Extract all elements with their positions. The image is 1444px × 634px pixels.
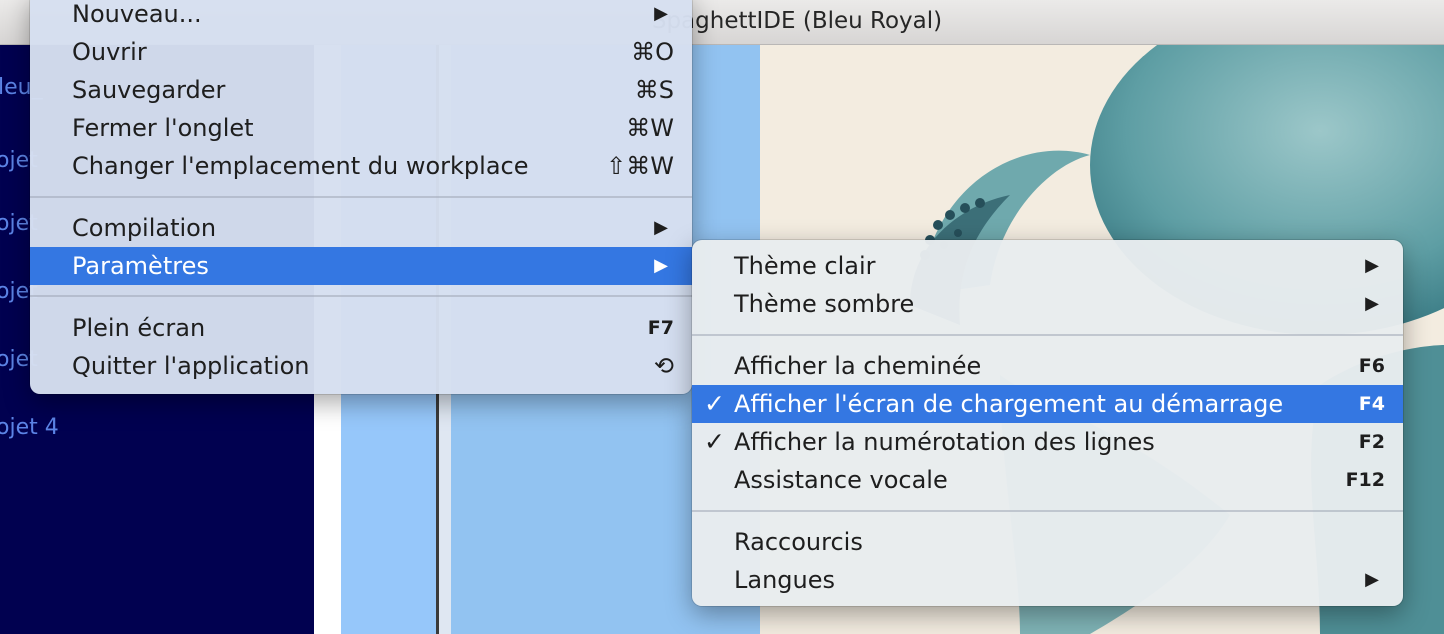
shortcut-label: F12 <box>1345 469 1385 491</box>
menu-item-save[interactable]: Sauvegarder ⌘S <box>30 71 692 109</box>
menu-item-show-splash[interactable]: ✓ Afficher l'écran de chargement au déma… <box>692 385 1403 423</box>
menu-item-label: Afficher la cheminée <box>734 352 982 380</box>
menu-item-label: Quitter l'application <box>72 352 310 380</box>
submenu-arrow-icon: ▶ <box>654 217 668 238</box>
menu-item-shortcuts[interactable]: Raccourcis <box>692 523 1403 561</box>
shortcut-label: ⌘S <box>634 76 674 104</box>
menu-item-fullscreen[interactable]: Plein écran F7 <box>30 309 692 347</box>
menu-item-settings[interactable]: Paramètres ▶ <box>30 247 692 285</box>
checkmark-icon: ✓ <box>704 427 725 456</box>
menu-item-change-workplace[interactable]: Changer l'emplacement du workplace ⇧⌘W <box>30 147 692 185</box>
menu-item-show-line-numbers[interactable]: ✓ Afficher la numérotation des lignes F2 <box>692 423 1403 461</box>
menu-item-label: Plein écran <box>72 314 206 342</box>
submenu-arrow-icon: ▶ <box>1365 293 1379 314</box>
menu-item-voice-assistance[interactable]: Assistance vocale F12 <box>692 461 1403 499</box>
quit-shortcut-icon: ⟲ <box>653 352 674 380</box>
menu-item-label: Nouveau... <box>72 0 202 28</box>
menu-item-show-chimney[interactable]: Afficher la cheminée F6 <box>692 347 1403 385</box>
shortcut-label: F7 <box>647 317 674 339</box>
shortcut-label: F4 <box>1358 393 1385 415</box>
menu-separator <box>692 510 1403 512</box>
menu-item-new[interactable]: Nouveau... ▶ <box>30 0 692 33</box>
shortcut-label: F2 <box>1358 431 1385 453</box>
menu-item-label: Raccourcis <box>734 528 863 556</box>
submenu-arrow-icon: ▶ <box>1365 255 1379 276</box>
submenu-arrow-icon: ▶ <box>654 3 668 24</box>
menu-item-label: Afficher la numérotation des lignes <box>734 428 1155 456</box>
menu-item-label: Thème sombre <box>734 290 915 318</box>
checkmark-icon: ✓ <box>704 389 725 418</box>
menu-item-label: Afficher l'écran de chargement au démarr… <box>734 390 1284 418</box>
shortcut-label: ⌘O <box>631 38 674 66</box>
menu-item-label: Changer l'emplacement du workplace <box>72 152 529 180</box>
menu-item-open[interactable]: Ouvrir ⌘O <box>30 33 692 71</box>
menu-item-light-theme[interactable]: Thème clair ▶ <box>692 247 1403 285</box>
submenu-arrow-icon: ▶ <box>654 255 668 276</box>
menu-item-label: Ouvrir <box>72 38 147 66</box>
menu-item-label: Assistance vocale <box>734 466 948 494</box>
shortcut-label: ⇧⌘W <box>606 152 674 180</box>
shortcut-label: F6 <box>1358 355 1385 377</box>
menu-separator <box>30 196 692 198</box>
sidebar-item[interactable]: ojet 4 <box>0 415 59 440</box>
shortcut-label: ⌘W <box>626 114 674 142</box>
menu-item-languages[interactable]: Langues ▶ <box>692 561 1403 599</box>
settings-submenu: Thème clair ▶ Thème sombre ▶ Afficher la… <box>692 240 1403 606</box>
menu-item-label: Langues <box>734 566 836 594</box>
menu-item-close-tab[interactable]: Fermer l'onglet ⌘W <box>30 109 692 147</box>
menu-item-compilation[interactable]: Compilation ▶ <box>30 209 692 247</box>
menu-item-label: Sauvegarder <box>72 76 226 104</box>
menu-separator <box>30 295 692 297</box>
menu-item-label: Thème clair <box>734 252 876 280</box>
menu-separator <box>692 334 1403 336</box>
file-menu: Nouveau... ▶ Ouvrir ⌘O Sauvegarder ⌘S Fe… <box>30 0 692 394</box>
menu-item-dark-theme[interactable]: Thème sombre ▶ <box>692 285 1403 323</box>
menu-item-label: Compilation <box>72 214 217 242</box>
menu-item-quit[interactable]: Quitter l'application ⟲ <box>30 347 692 385</box>
menu-item-label: Fermer l'onglet <box>72 114 254 142</box>
submenu-arrow-icon: ▶ <box>1365 569 1379 590</box>
menu-item-label: Paramètres <box>72 252 209 280</box>
